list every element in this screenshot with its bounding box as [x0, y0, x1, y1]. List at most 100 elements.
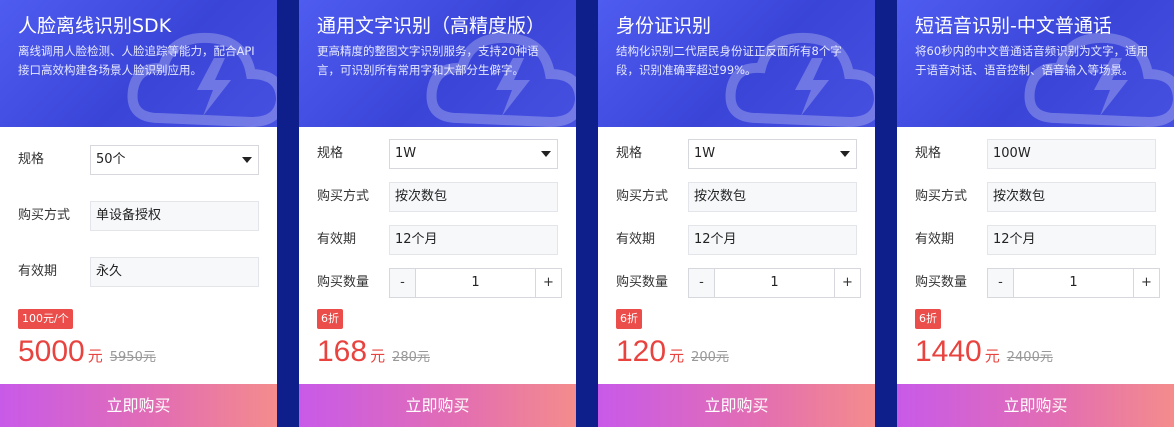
method-value: 按次数包 — [993, 189, 1046, 204]
method-field[interactable]: 按次数包 — [389, 182, 558, 212]
spec-label: 规格 — [915, 146, 942, 161]
original-price: 280元 — [392, 350, 430, 365]
card-header: 短语音识别-中文普通话 将60秒内的中文普通话音频识别为文字，适用于语音对话、语… — [897, 0, 1174, 127]
spec-label: 规格 — [317, 146, 344, 161]
validity-label: 有效期 — [915, 232, 955, 247]
increment-button[interactable]: + — [535, 269, 561, 297]
card-description: 将60秒内的中文普通话音频识别为文字，适用于语音对话、语音控制、语音输入等场景。 — [915, 44, 1149, 77]
buy-now-button[interactable]: 立即购买 — [0, 384, 277, 427]
method-field[interactable]: 按次数包 — [987, 182, 1156, 212]
method-value: 按次数包 — [694, 189, 747, 204]
price-line: 168 元 280元 — [317, 335, 430, 369]
price-unit: 元 — [669, 347, 685, 365]
validity-row: 有效期 12个月 — [317, 225, 558, 255]
card-header: 通用文字识别（高精度版） 更高精度的整图文字识别服务，支持20种语言，可识别所有… — [299, 0, 576, 127]
product-card-idcard: 身份证识别 结构化识别二代居民身份证正反面所有8个字段，识别准确率超过99%。 … — [598, 0, 875, 427]
method-field[interactable]: 按次数包 — [688, 182, 857, 212]
price-unit: 元 — [370, 347, 386, 365]
decrement-button[interactable]: - — [988, 269, 1014, 297]
increment-button[interactable]: + — [834, 269, 860, 297]
card-description: 离线调用人脸检测、人脸追踪等能力，配合API接口高效构建各场景人脸识别应用。 — [18, 44, 255, 77]
validity-row: 有效期 永久 — [18, 257, 259, 287]
quantity-label: 购买数量 — [317, 275, 370, 290]
discount-badge: 6折 — [616, 309, 642, 329]
card-title: 通用文字识别（高精度版） — [317, 15, 546, 37]
buy-now-button[interactable]: 立即购买 — [897, 384, 1174, 427]
discount-badge: 6折 — [317, 309, 343, 329]
quantity-stepper: - 1 + — [389, 268, 562, 298]
original-price: 2400元 — [1006, 350, 1053, 365]
increment-button[interactable]: + — [1133, 269, 1159, 297]
buy-now-button[interactable]: 立即购买 — [299, 384, 576, 427]
method-value: 按次数包 — [395, 189, 448, 204]
spec-row: 规格 1W — [317, 139, 558, 169]
validity-field[interactable]: 12个月 — [987, 225, 1156, 255]
spec-row: 规格 1W — [616, 139, 857, 169]
spec-select[interactable]: 1W — [688, 139, 857, 169]
quantity-label: 购买数量 — [616, 275, 669, 290]
decrement-button[interactable]: - — [390, 269, 416, 297]
price-line: 120 元 200元 — [616, 335, 729, 369]
quantity-label: 购买数量 — [915, 275, 968, 290]
card-body: 规格 100W 购买方式 按次数包 有效期 12个月 购买数量 - 1 + 6折… — [897, 127, 1174, 384]
spec-field[interactable]: 100W — [987, 139, 1156, 169]
method-row: 购买方式 单设备授权 — [18, 201, 259, 231]
spec-row: 规格 50个 — [18, 145, 259, 175]
product-card-speech: 短语音识别-中文普通话 将60秒内的中文普通话音频识别为文字，适用于语音对话、语… — [897, 0, 1174, 427]
price-unit: 元 — [984, 347, 1000, 365]
validity-value: 12个月 — [993, 232, 1036, 247]
unit-price-badge: 100元/个 — [18, 309, 73, 329]
quantity-stepper: - 1 + — [688, 268, 861, 298]
method-label: 购买方式 — [18, 208, 71, 223]
quantity-input[interactable]: 1 — [715, 269, 834, 297]
spec-value: 1W — [395, 146, 417, 161]
spec-select[interactable]: 50个 — [90, 145, 259, 175]
quantity-row: 购买数量 - 1 + — [616, 268, 861, 298]
validity-field[interactable]: 永久 — [90, 257, 259, 287]
spec-value: 50个 — [96, 152, 126, 167]
decrement-button[interactable]: - — [689, 269, 715, 297]
spec-label: 规格 — [18, 152, 45, 167]
method-label: 购买方式 — [616, 189, 669, 204]
spec-row: 规格 100W — [915, 139, 1156, 169]
price: 5000 — [18, 335, 85, 368]
validity-label: 有效期 — [317, 232, 357, 247]
buy-now-button[interactable]: 立即购买 — [598, 384, 875, 427]
card-body: 规格 1W 购买方式 按次数包 有效期 12个月 购买数量 - 1 + 6折 1… — [598, 127, 875, 384]
validity-label: 有效期 — [18, 264, 58, 279]
validity-row: 有效期 12个月 — [616, 225, 857, 255]
card-title: 短语音识别-中文普通话 — [915, 15, 1112, 37]
product-card-ocr-accurate: 通用文字识别（高精度版） 更高精度的整图文字识别服务，支持20种语言，可识别所有… — [299, 0, 576, 427]
method-value: 单设备授权 — [96, 208, 162, 223]
price-line: 5000 元 5950元 — [18, 335, 156, 369]
card-title: 身份证识别 — [616, 15, 712, 37]
product-card-face-sdk: 人脸离线识别SDK 离线调用人脸检测、人脸追踪等能力，配合API接口高效构建各场… — [0, 0, 277, 427]
validity-value: 12个月 — [395, 232, 438, 247]
validity-value: 12个月 — [694, 232, 737, 247]
spec-label: 规格 — [616, 146, 643, 161]
quantity-input[interactable]: 1 — [1014, 269, 1133, 297]
price: 1440 — [915, 335, 982, 368]
card-body: 规格 50个 购买方式 单设备授权 有效期 永久 100元/个 5000 元 595… — [0, 127, 277, 384]
discount-badge: 6折 — [915, 309, 941, 329]
method-row: 购买方式 按次数包 — [616, 182, 857, 212]
validity-field[interactable]: 12个月 — [389, 225, 558, 255]
spec-select[interactable]: 1W — [389, 139, 558, 169]
original-price: 200元 — [691, 350, 729, 365]
quantity-input[interactable]: 1 — [416, 269, 535, 297]
spec-value: 100W — [993, 146, 1031, 161]
card-description: 结构化识别二代居民身份证正反面所有8个字段，识别准确率超过99%。 — [616, 44, 842, 77]
card-description: 更高精度的整图文字识别服务，支持20种语言，可识别所有常用字和大部分生僻字。 — [317, 44, 539, 77]
caret-down-icon — [541, 151, 551, 157]
method-field[interactable]: 单设备授权 — [90, 201, 259, 231]
method-row: 购买方式 按次数包 — [915, 182, 1156, 212]
card-title: 人脸离线识别SDK — [18, 15, 172, 37]
validity-field[interactable]: 12个月 — [688, 225, 857, 255]
method-label: 购买方式 — [915, 189, 968, 204]
price-unit: 元 — [87, 347, 103, 365]
quantity-stepper: - 1 + — [987, 268, 1160, 298]
spec-value: 1W — [694, 146, 716, 161]
method-row: 购买方式 按次数包 — [317, 182, 558, 212]
validity-label: 有效期 — [616, 232, 656, 247]
quantity-row: 购买数量 - 1 + — [915, 268, 1160, 298]
